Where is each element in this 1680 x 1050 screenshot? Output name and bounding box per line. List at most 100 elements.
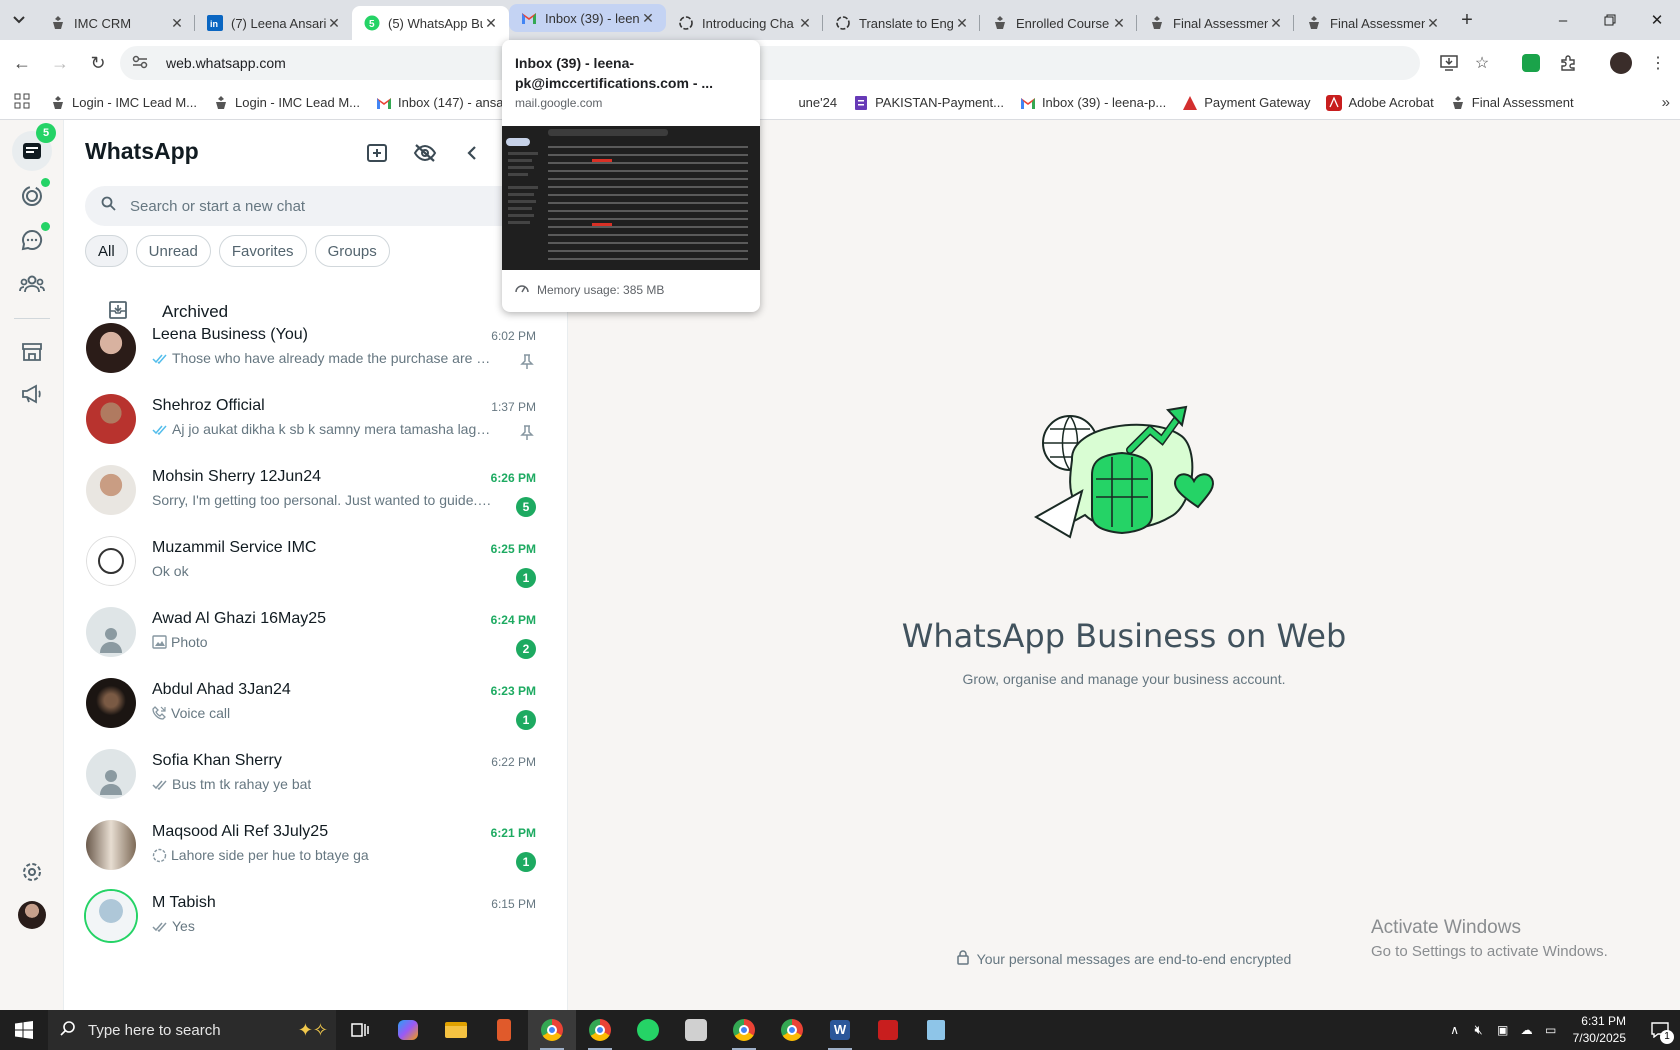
acrobat-taskbar-icon[interactable] (864, 1010, 912, 1050)
chat-list-item[interactable]: Abdul Ahad 3Jan24 6:23 PM Voice call 1 (64, 667, 567, 743)
close-tab-icon[interactable]: ✕ (326, 15, 342, 32)
close-tab-icon[interactable]: ✕ (797, 15, 813, 32)
browser-tab[interactable]: Translate to Engl ✕ (823, 6, 980, 40)
close-tab-icon[interactable]: ✕ (1425, 15, 1441, 32)
taskbar-search[interactable]: Type here to search ✦✧ (48, 1010, 336, 1050)
apps-grid-icon[interactable] (14, 93, 40, 112)
whatsapp-taskbar-icon[interactable] (624, 1010, 672, 1050)
browser-tab[interactable]: Inbox (39) - leen ✕ (509, 4, 666, 32)
notepad-icon[interactable] (912, 1010, 960, 1050)
bookmark-item[interactable]: PAKISTAN-Payment... (853, 95, 1004, 111)
profile-photo[interactable] (12, 895, 52, 935)
tab-search-icon[interactable] (0, 0, 38, 40)
catalog-store-icon[interactable] (12, 332, 52, 372)
bookmark-item[interactable]: Final Assessment (1450, 95, 1574, 111)
chrome-second-icon[interactable] (720, 1010, 768, 1050)
avatar[interactable] (86, 678, 136, 728)
bookmark-item[interactable]: Inbox (39) - leena-p... (1020, 95, 1166, 111)
filter-unread[interactable]: Unread (135, 235, 211, 267)
tray-overflow-icon[interactable]: ∧ (1443, 1023, 1467, 1037)
bookmark-item[interactable]: Payment Gateway (1182, 95, 1310, 111)
close-tab-icon[interactable]: ✕ (954, 15, 970, 32)
browser-tab[interactable]: Introducing Cha ✕ (666, 6, 823, 40)
more-bookmarks-icon[interactable]: » (1662, 94, 1670, 111)
whatsapp-extension-icon[interactable] (1516, 48, 1546, 78)
status-icon[interactable] (12, 176, 52, 216)
chrome-profile-taskbar-icon[interactable] (576, 1010, 624, 1050)
meet-now-icon[interactable]: ▣ (1491, 1023, 1515, 1037)
chat-list-item[interactable]: Leena Business (You) 6:02 PM Those who hav… (64, 312, 567, 388)
bookmark-item[interactable]: Login - IMC Lead M... (213, 95, 360, 111)
close-tab-icon[interactable]: ✕ (1268, 15, 1284, 32)
filter-groups[interactable]: Groups (314, 235, 390, 267)
windows-start-icon[interactable] (0, 1010, 48, 1050)
search-input[interactable] (130, 197, 490, 215)
close-tab-icon[interactable]: ✕ (169, 15, 185, 32)
file-explorer-icon[interactable] (432, 1010, 480, 1050)
bookmark-item[interactable]: une'24 (798, 95, 837, 111)
search-box[interactable] (85, 186, 565, 226)
browser-tab[interactable]: Enrolled Course ✕ (980, 6, 1137, 40)
filter-favorites[interactable]: Favorites (218, 235, 307, 267)
url-text[interactable]: web.whatsapp.com (166, 55, 286, 71)
advertise-megaphone-icon[interactable] (12, 374, 52, 414)
task-view-icon[interactable] (336, 1010, 384, 1050)
chat-list-item[interactable]: Awad Al Ghazi 16May25 6:24 PM Photo 2 (64, 596, 567, 672)
profile-avatar[interactable] (1606, 48, 1636, 78)
new-chat-icon[interactable] (362, 138, 392, 168)
chat-list-item[interactable]: Maqsood Ali Ref 3July25 6:21 PM Lahore sid… (64, 809, 567, 885)
notifications-icon[interactable]: 1 (1640, 1022, 1680, 1044)
close-window-button[interactable]: ✕ (1634, 0, 1680, 40)
filter-all[interactable]: All (85, 235, 128, 267)
avatar[interactable] (86, 607, 136, 657)
chat-list-item[interactable]: Muzammil Service IMC 6:25 PM Ok ok 1 (64, 525, 567, 601)
extensions-icon[interactable] (1553, 48, 1583, 78)
chat-list-item[interactable]: Mohsin Sherry 12Jun24 6:26 PM Sorry, I'm g… (64, 454, 567, 530)
close-tab-icon[interactable]: ✕ (483, 15, 499, 32)
browser-tab[interactable]: in (7) Leena Ansari ✕ (195, 6, 352, 40)
settings-gear-icon[interactable] (12, 852, 52, 892)
volume-muted-icon[interactable]: 🔇︎ (1467, 1022, 1491, 1038)
install-app-icon[interactable] (1434, 48, 1464, 78)
close-tab-icon[interactable]: ✕ (1111, 15, 1127, 32)
chats-icon[interactable]: 5 (12, 123, 56, 171)
reload-button[interactable]: ↻ (82, 47, 114, 79)
network-icon[interactable]: ▭ (1539, 1023, 1563, 1037)
close-tab-icon[interactable]: ✕ (640, 10, 656, 27)
restore-button[interactable] (1587, 0, 1633, 40)
avatar[interactable] (86, 749, 136, 799)
chat-list-item[interactable]: Sofia Khan Sherry 6:22 PM Bus tm tk rahay … (64, 738, 567, 814)
chrome-taskbar-icon[interactable] (528, 1010, 576, 1050)
word-icon[interactable]: W (816, 1010, 864, 1050)
media-app-icon[interactable] (480, 1010, 528, 1050)
avatar[interactable] (86, 536, 136, 586)
bookmark-item[interactable]: Login - IMC Lead M... (50, 95, 197, 111)
address-bar[interactable]: web.whatsapp.com (120, 46, 1420, 80)
avatar[interactable] (86, 323, 136, 373)
browser-tab[interactable]: 5 (5) WhatsApp Bu ✕ (352, 6, 509, 40)
onedrive-icon[interactable]: ☁ (1515, 1023, 1539, 1037)
site-info-icon[interactable] (132, 55, 152, 72)
chrome-menu-icon[interactable]: ⋮ (1643, 48, 1673, 78)
taskbar-clock[interactable]: 6:31 PM 7/30/2025 (1573, 1013, 1626, 1047)
hide-eye-icon[interactable] (410, 138, 440, 168)
clock-app-icon[interactable] (672, 1010, 720, 1050)
minimize-button[interactable]: – (1540, 0, 1586, 40)
channels-icon[interactable] (12, 220, 52, 260)
new-tab-button[interactable]: + (1451, 9, 1483, 32)
chat-list-item[interactable]: Shehroz Official 1:37 PM Aj jo aukat dikha… (64, 383, 567, 459)
communities-icon[interactable] (12, 264, 52, 304)
chrome-third-icon[interactable] (768, 1010, 816, 1050)
avatar[interactable] (86, 820, 136, 870)
browser-tab[interactable]: Final Assessmen ✕ (1294, 6, 1451, 40)
avatar[interactable] (86, 394, 136, 444)
chat-list-item[interactable]: M Tabish 6:15 PM Yes (64, 880, 567, 956)
copilot-icon[interactable] (384, 1010, 432, 1050)
forward-button[interactable]: → (44, 47, 76, 79)
bookmark-star-icon[interactable]: ☆ (1467, 48, 1497, 78)
bookmark-item[interactable]: Adobe Acrobat (1326, 94, 1434, 111)
avatar[interactable] (86, 891, 136, 941)
collapse-chevron-icon[interactable] (457, 138, 487, 168)
avatar[interactable] (86, 465, 136, 515)
browser-tab[interactable]: Final Assessmen ✕ (1137, 6, 1294, 40)
